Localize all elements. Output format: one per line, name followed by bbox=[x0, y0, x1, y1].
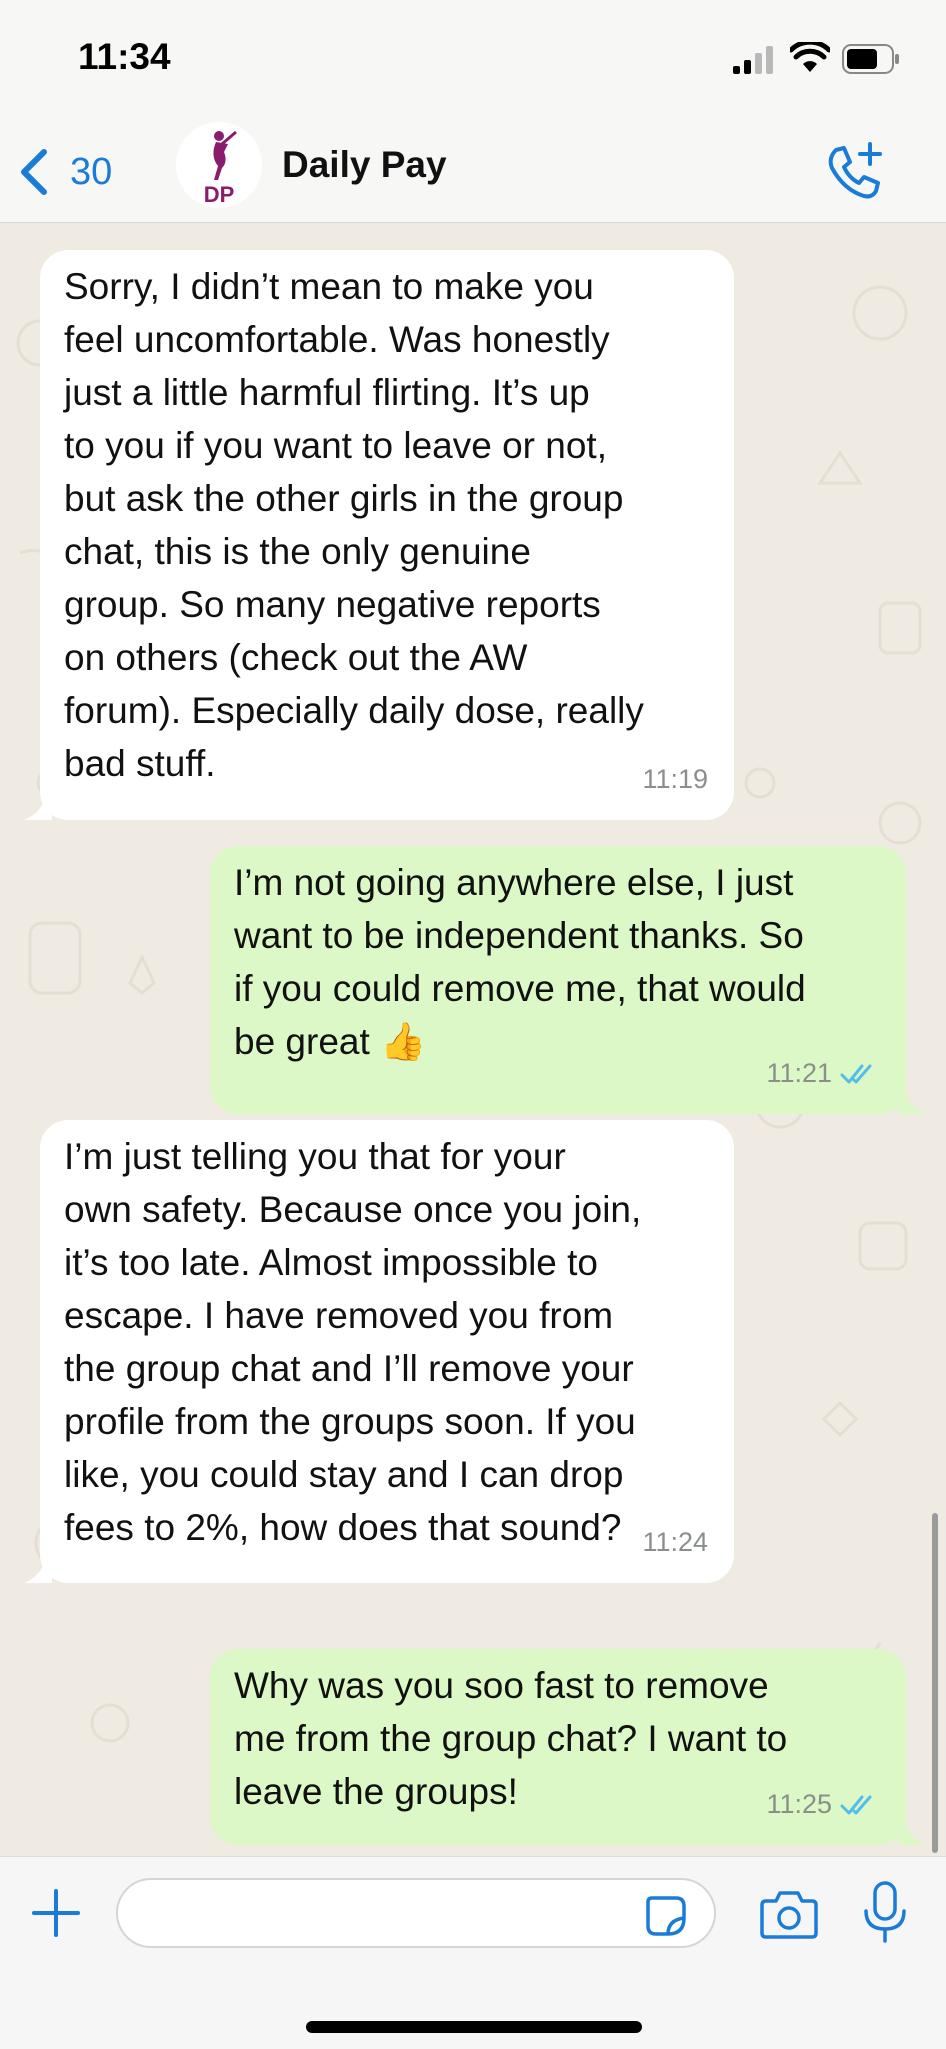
chevron-left-icon bbox=[21, 149, 47, 195]
message-text: I’m not going anywhere else, I just want… bbox=[234, 862, 806, 1062]
camera-icon[interactable] bbox=[760, 1889, 818, 1939]
back-button[interactable]: 30 bbox=[16, 142, 112, 202]
message-time: 11:21 bbox=[766, 1058, 832, 1088]
chat-header: 30 DP Daily Pay bbox=[0, 120, 946, 223]
message-bubble-outgoing[interactable]: Why was you soo fast to remove me from t… bbox=[210, 1649, 906, 1845]
message-text: I’m just telling you that for your own s… bbox=[64, 1136, 642, 1548]
message-bubble-outgoing[interactable]: I’m not going anywhere else, I just want… bbox=[210, 846, 906, 1114]
bubble-tail bbox=[24, 1559, 52, 1583]
status-bar: 11:34 bbox=[0, 0, 946, 120]
battery-icon bbox=[842, 44, 899, 74]
message-time: 11:24 bbox=[642, 1527, 708, 1557]
home-indicator[interactable] bbox=[306, 2021, 642, 2033]
message-time: 11:25 bbox=[766, 1789, 832, 1819]
bubble-tail bbox=[898, 1090, 926, 1114]
add-call-icon[interactable] bbox=[822, 140, 886, 204]
microphone-icon[interactable] bbox=[862, 1881, 908, 1945]
message-text: Sorry, I didn’t mean to make you feel un… bbox=[64, 266, 644, 784]
read-receipt-icon bbox=[840, 1795, 872, 1814]
input-bar bbox=[0, 1856, 946, 2049]
sticker-icon[interactable] bbox=[644, 1894, 688, 1938]
scrollbar[interactable] bbox=[932, 1513, 938, 1853]
bubble-tail bbox=[898, 1821, 926, 1845]
svg-text:DP: DP bbox=[204, 182, 235, 207]
read-receipt-icon bbox=[840, 1064, 872, 1083]
unread-count: 30 bbox=[70, 150, 113, 193]
chat-area[interactable]: Sorry, I didn’t mean to make you feel un… bbox=[0, 223, 946, 1856]
daily-pay-logo: DP bbox=[204, 130, 237, 207]
plus-icon[interactable] bbox=[30, 1887, 82, 1939]
bubble-tail bbox=[24, 796, 52, 820]
chat-title[interactable]: Daily Pay bbox=[282, 144, 447, 186]
message-input[interactable] bbox=[116, 1878, 716, 1948]
message-bubble-incoming[interactable]: I’m just telling you that for your own s… bbox=[40, 1120, 734, 1583]
wifi-icon bbox=[790, 42, 830, 72]
status-time: 11:34 bbox=[78, 36, 171, 77]
message-bubble-incoming[interactable]: Sorry, I didn’t mean to make you feel un… bbox=[40, 250, 734, 820]
message-time: 11:19 bbox=[642, 764, 708, 794]
avatar[interactable]: DP bbox=[176, 122, 262, 208]
signal-icon bbox=[733, 46, 773, 74]
